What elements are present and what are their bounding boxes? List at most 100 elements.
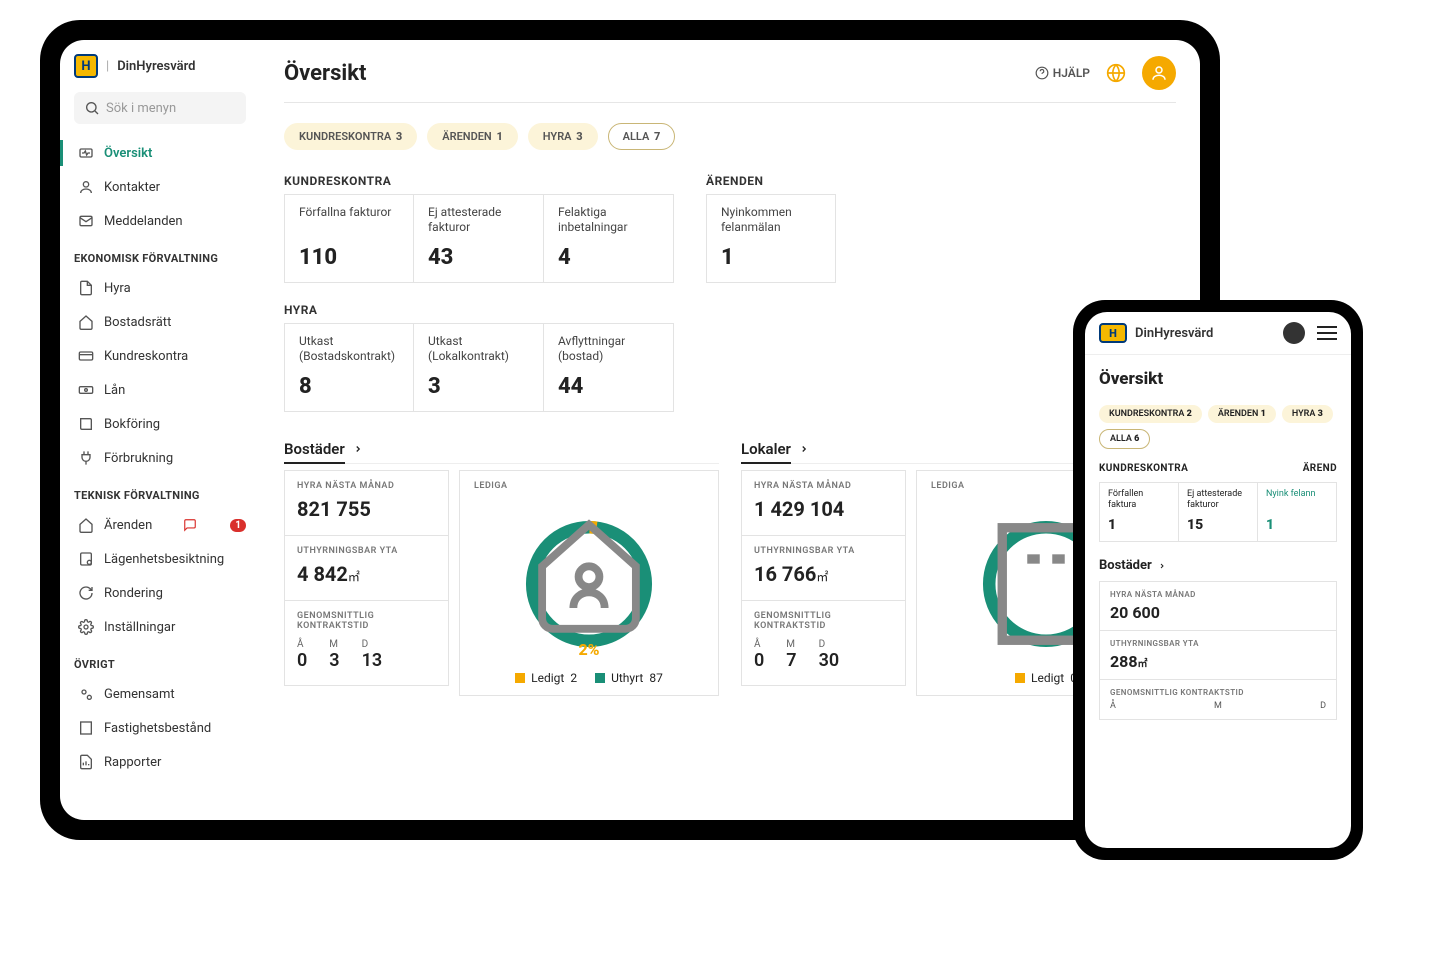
sidebar-item-forbrukning[interactable]: Förbrukning <box>60 441 260 475</box>
sidebar-item-meddelanden[interactable]: Meddelanden <box>60 204 260 238</box>
inspection-icon <box>78 551 94 567</box>
chip-kundreskontra[interactable]: KUNDRESKONTRA 2 <box>1099 405 1202 423</box>
sidebar-section-tech: TEKNISK FÖRVALTNING <box>60 475 260 508</box>
help-label: HJÄLP <box>1053 66 1090 80</box>
mini-card-yta[interactable]: UTHYRNINGSBAR YTA 288㎡ <box>1099 631 1337 680</box>
search-input[interactable]: Sök i menyn <box>74 92 246 124</box>
mini-card-hyra[interactable]: HYRA NÄSTA MÅNAD 1 429 104 <box>741 470 906 536</box>
sidebar-section-other: ÖVRIGT <box>60 644 260 677</box>
chart-legend: Ledigt 2 Uthyrt 87 <box>515 671 663 685</box>
user-icon <box>1150 64 1168 82</box>
stat-card[interactable]: Utkast (Bostadskontrakt)8 <box>284 323 414 412</box>
gear-icon <box>78 619 94 635</box>
message-icon <box>78 213 94 229</box>
donut-percent: 2% <box>578 640 599 659</box>
sidebar-item-label: Hyra <box>104 281 131 296</box>
sidebar-item-installningar[interactable]: Inställningar <box>60 610 260 644</box>
sidebar-item-bokforing[interactable]: Bokföring <box>60 407 260 441</box>
avatar-button[interactable] <box>1283 322 1305 344</box>
group-kundreskontra: KUNDRESKONTRA Förfallna fakturor110 Ej a… <box>284 174 674 283</box>
sidebar-item-rapporter[interactable]: Rapporter <box>60 745 260 779</box>
legend-swatch-ledigt <box>515 673 525 683</box>
chip-arenden[interactable]: ÄRENDEN 1 <box>427 123 518 150</box>
chat-alert-icon <box>183 518 197 532</box>
chip-arenden[interactable]: ÄRENDEN 1 <box>1208 405 1276 423</box>
sidebar-item-hyra[interactable]: Hyra <box>60 271 260 305</box>
panel-title[interactable]: Bostäder <box>284 440 719 464</box>
phone-section-kundreskontra: KUNDRESKONTRA <box>1099 463 1188 474</box>
sidebar-item-label: Ärenden <box>104 518 152 533</box>
money-icon <box>78 382 94 398</box>
badge-count: 1 <box>230 519 246 532</box>
sidebar-item-label: Kontakter <box>104 180 160 195</box>
mini-card-yta[interactable]: UTHYRNINGSBAR YTA 4 842㎡ <box>284 536 449 601</box>
sidebar-item-bostadsratt[interactable]: Bostadsrätt <box>60 305 260 339</box>
sidebar-item-kundreskontra[interactable]: Kundreskontra <box>60 339 260 373</box>
chip-alla[interactable]: ALLA 7 <box>608 123 676 150</box>
stat-card[interactable]: Utkast (Lokalkontrakt)3 <box>414 323 544 412</box>
chip-alla[interactable]: ALLA 6 <box>1099 429 1150 449</box>
stat-card[interactable]: Ej attesterade fakturor43 <box>414 194 544 283</box>
stat-card[interactable]: Nyink felann1 <box>1258 482 1337 542</box>
globe-icon[interactable] <box>1106 63 1126 83</box>
sidebar-item-label: Översikt <box>104 146 152 161</box>
sidebar-item-label: Bokföring <box>104 417 160 432</box>
sidebar-item-rondering[interactable]: Rondering <box>60 576 260 610</box>
sidebar-item-fastighetsbestand[interactable]: Fastighetsbestånd <box>60 711 260 745</box>
sidebar-item-label: Förbrukning <box>104 451 173 466</box>
panel-lediga: LEDIGA 2% <box>459 470 719 696</box>
home-icon <box>78 517 94 533</box>
group-title: HYRA <box>284 303 1176 317</box>
avatar-button[interactable] <box>1142 56 1176 90</box>
phone-panel-title[interactable]: Bostäder <box>1099 558 1337 573</box>
phone-section-arenden: ÄREND <box>1303 463 1337 474</box>
stat-card[interactable]: Felaktiga inbetalningar4 <box>544 194 674 283</box>
main-content: Översikt HJÄLP KUNDRESKONTRA 3 ÄRENDEN 1… <box>260 40 1200 820</box>
chip-kundreskontra[interactable]: KUNDRESKONTRA 3 <box>284 123 417 150</box>
report-icon <box>78 754 94 770</box>
main-header: Översikt HJÄLP <box>284 56 1176 103</box>
sidebar-item-label: Fastighetsbestånd <box>104 721 211 736</box>
chip-hyra[interactable]: HYRA 3 <box>1282 405 1333 423</box>
sidebar-item-label: Inställningar <box>104 620 175 635</box>
stat-card[interactable]: Avflyttningar (bostad)44 <box>544 323 674 412</box>
stat-card[interactable]: Ej attesterade fakturor15 <box>1179 482 1258 542</box>
page-title: Översikt <box>1099 369 1337 389</box>
mini-card-hyra[interactable]: HYRA NÄSTA MÅNAD 20 600 <box>1099 581 1337 631</box>
chip-hyra[interactable]: HYRA 3 <box>528 123 598 150</box>
phone-brand: H DinHyresvärd <box>1099 323 1213 343</box>
sidebar-item-kontakter[interactable]: Kontakter <box>60 170 260 204</box>
sidebar-item-lagenhetsbesiktning[interactable]: Lägenhetsbesiktning <box>60 542 260 576</box>
mini-card-kontrakt[interactable]: GENOMSNITTLIG KONTRAKTSTID Å0 M7 D30 <box>741 601 906 686</box>
sidebar-item-gemensamt[interactable]: Gemensamt <box>60 677 260 711</box>
legend-swatch-ledigt <box>1015 673 1025 683</box>
search-placeholder: Sök i menyn <box>106 101 176 116</box>
group-hyra: HYRA Utkast (Bostadskontrakt)8 Utkast (L… <box>284 303 1176 412</box>
stat-card[interactable]: Nyinkommen felanmälan1 <box>706 194 836 283</box>
mini-card-yta[interactable]: UTHYRNINGSBAR YTA 16 766㎡ <box>741 536 906 601</box>
help-link[interactable]: HJÄLP <box>1035 66 1090 80</box>
hamburger-icon[interactable] <box>1317 326 1337 340</box>
sidebar-item-label: Meddelanden <box>104 214 183 229</box>
book-icon <box>78 416 94 432</box>
stat-card[interactable]: Förfallna fakturor110 <box>284 194 414 283</box>
sidebar-item-label: Gemensamt <box>104 687 175 702</box>
sidebar-item-lan[interactable]: Lån <box>60 373 260 407</box>
sidebar-item-oversikt[interactable]: Översikt <box>60 136 260 170</box>
mini-card-hyra[interactable]: HYRA NÄSTA MÅNAD 821 755 <box>284 470 449 536</box>
home-user-icon <box>514 509 664 634</box>
mini-card-kontrakt[interactable]: GENOMSNITTLIG KONTRAKTSTID Å0 M3 D13 <box>284 601 449 686</box>
chevron-right-icon <box>799 444 809 454</box>
stat-card[interactable]: Förfallen faktura1 <box>1099 482 1179 542</box>
group-title: KUNDRESKONTRA <box>284 174 674 188</box>
mini-card-kontrakt[interactable]: GENOMSNITTLIG KONTRAKTSTID Å M D <box>1099 680 1337 720</box>
sidebar-item-label: Rondering <box>104 586 163 601</box>
panel-bostader: Bostäder HYRA NÄSTA MÅNAD 821 755 UTHYRN… <box>284 440 719 696</box>
page-title: Översikt <box>284 61 366 86</box>
phone-header: H DinHyresvärd <box>1085 312 1351 355</box>
sidebar-item-arenden[interactable]: Ärenden 1 <box>60 508 260 542</box>
building-icon <box>78 720 94 736</box>
sidebar-item-label: Kundreskontra <box>104 349 188 364</box>
header-actions: HJÄLP <box>1035 56 1176 90</box>
brand-separator: | <box>106 59 109 74</box>
